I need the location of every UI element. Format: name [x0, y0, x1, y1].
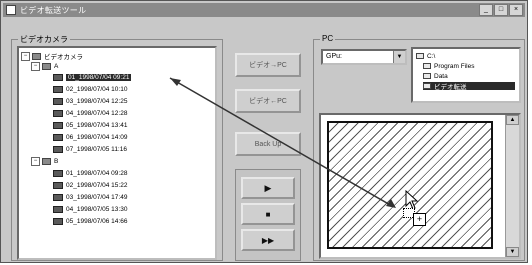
video-to-pc-button[interactable]: ビデオ→PC — [235, 53, 301, 77]
tape-icon — [53, 169, 63, 177]
collapse-icon[interactable]: − — [31, 156, 40, 166]
close-button[interactable]: × — [509, 4, 523, 16]
collapse-icon[interactable]: − — [31, 61, 40, 71]
tree-folder-b[interactable]: − B — [31, 156, 58, 166]
folder-item-label: Program Files — [434, 62, 475, 70]
maximize-button[interactable]: □ — [494, 4, 508, 16]
chevron-down-icon[interactable]: ▼ — [393, 51, 405, 63]
collapse-icon[interactable]: − — [21, 51, 30, 61]
app-icon — [6, 5, 16, 15]
tree-item-label: 07_1998/07/05 11:16 — [66, 145, 127, 153]
fast-forward-button[interactable]: ▶▶ — [241, 229, 295, 251]
folder-open-icon — [423, 83, 431, 89]
main-window: ビデオ転送ツール _ □ × ビデオカメラ − ビデオカメラ − A 01_19… — [0, 0, 528, 263]
tree-item-label: 03_1998/07/04 12:25 — [66, 97, 128, 105]
tree-item[interactable]: 05_1998/07/04 13:41 — [53, 120, 127, 130]
scroll-up-icon[interactable]: ▲ — [506, 115, 519, 125]
tree-item[interactable]: 02_1998/07/04 15:22 — [53, 180, 127, 190]
tree-item-label: 01_1998/07/04 09:21 — [66, 73, 132, 81]
tree-item[interactable]: 04_1998/07/04 12:28 — [53, 108, 127, 118]
tree-item-label: 04_1998/07/04 12:28 — [66, 109, 128, 117]
tree-item-label: 03_1998/07/04 17:49 — [66, 193, 128, 201]
tape-icon — [53, 109, 63, 117]
play-button[interactable]: ▶ — [241, 177, 295, 199]
tree-item[interactable]: 04_1998/07/05 13:30 — [53, 204, 127, 214]
back-up-button[interactable]: Back Up — [235, 132, 301, 156]
folder-item[interactable]: C:\ — [416, 52, 435, 60]
tape-icon — [53, 133, 63, 141]
drive-select-value: GPu: — [326, 53, 342, 60]
tree-item[interactable]: 01_1998/07/04 09:28 — [53, 168, 127, 178]
camera-group-label: ビデオカメラ — [18, 34, 70, 45]
tree-item[interactable]: 02_1998/07/04 10:10 — [53, 84, 127, 94]
drive-select[interactable]: GPu: ▼ — [321, 49, 407, 65]
tree-root[interactable]: − ビデオカメラ — [21, 51, 83, 61]
tree-item-label: 05_1998/07/06 14:66 — [66, 217, 128, 225]
tree-item[interactable]: 03_1998/07/04 17:49 — [53, 192, 127, 202]
tree-item[interactable]: 07_1998/07/05 11:16 — [53, 144, 127, 154]
tape-icon — [53, 97, 63, 105]
tree-root-label: ビデオカメラ — [44, 54, 83, 61]
camera-tree[interactable]: − ビデオカメラ − A 01_1998/07/04 09:21 02_1998… — [17, 46, 217, 260]
copy-plus-icon: + — [413, 213, 426, 226]
folder-icon — [416, 53, 424, 59]
tree-item-label: 01_1998/07/04 09:28 — [66, 169, 128, 177]
pc-group-label: PC — [320, 34, 336, 43]
folder-label: A — [54, 62, 59, 70]
window-title: ビデオ転送ツール — [20, 5, 87, 15]
drop-target-area[interactable] — [327, 121, 493, 249]
tree-item-label: 02_1998/07/04 15:22 — [66, 181, 128, 189]
tape-icon — [53, 73, 63, 81]
folder-icon — [423, 73, 431, 79]
tree-item-label: 05_1998/07/04 13:41 — [66, 121, 128, 129]
tree-item-label: 02_1998/07/04 10:10 — [66, 85, 128, 93]
camera-icon — [32, 52, 41, 60]
tree-item-label: 04_1998/07/05 13:30 — [66, 205, 128, 213]
tree-item[interactable]: 06_1998/07/04 14:09 — [53, 132, 127, 142]
stop-button[interactable]: ■ — [241, 203, 295, 225]
pc-to-video-button[interactable]: ビデオ←PC — [235, 89, 301, 113]
tape-icon — [53, 145, 63, 153]
scroll-down-icon[interactable]: ▼ — [506, 247, 519, 257]
folder-icon — [42, 157, 51, 165]
folder-item-label: Data — [434, 72, 448, 80]
title-bar[interactable]: ビデオ転送ツール _ □ × — [3, 3, 525, 17]
folder-item-label: C:\ — [427, 52, 436, 60]
folder-icon — [423, 63, 431, 69]
minimize-button[interactable]: _ — [479, 4, 493, 16]
tape-icon — [53, 193, 63, 201]
folder-list[interactable]: C:\ Program Files Data ビデオ転送 — [411, 47, 521, 103]
vertical-scrollbar[interactable]: ▲ ▼ — [505, 115, 519, 257]
tree-item[interactable]: 05_1998/07/06 14:66 — [53, 216, 127, 226]
tape-icon — [53, 85, 63, 93]
folder-icon — [42, 62, 51, 70]
folder-label: B — [54, 157, 59, 165]
tree-item[interactable]: 01_1998/07/04 09:21 — [53, 72, 132, 82]
tree-item-label: 06_1998/07/04 14:09 — [66, 133, 128, 141]
tree-folder-a[interactable]: − A — [31, 61, 58, 71]
folder-item-selected[interactable]: ビデオ転送 — [423, 82, 515, 91]
folder-item[interactable]: Program Files — [423, 62, 474, 70]
file-view-frame: ▲ ▼ — [319, 113, 521, 259]
folder-item-label: ビデオ転送 — [434, 84, 467, 91]
tape-icon — [53, 121, 63, 129]
tape-icon — [53, 217, 63, 225]
folder-item[interactable]: Data — [423, 72, 448, 80]
tape-icon — [53, 181, 63, 189]
tape-icon — [53, 205, 63, 213]
tree-item[interactable]: 03_1998/07/04 12:25 — [53, 96, 127, 106]
